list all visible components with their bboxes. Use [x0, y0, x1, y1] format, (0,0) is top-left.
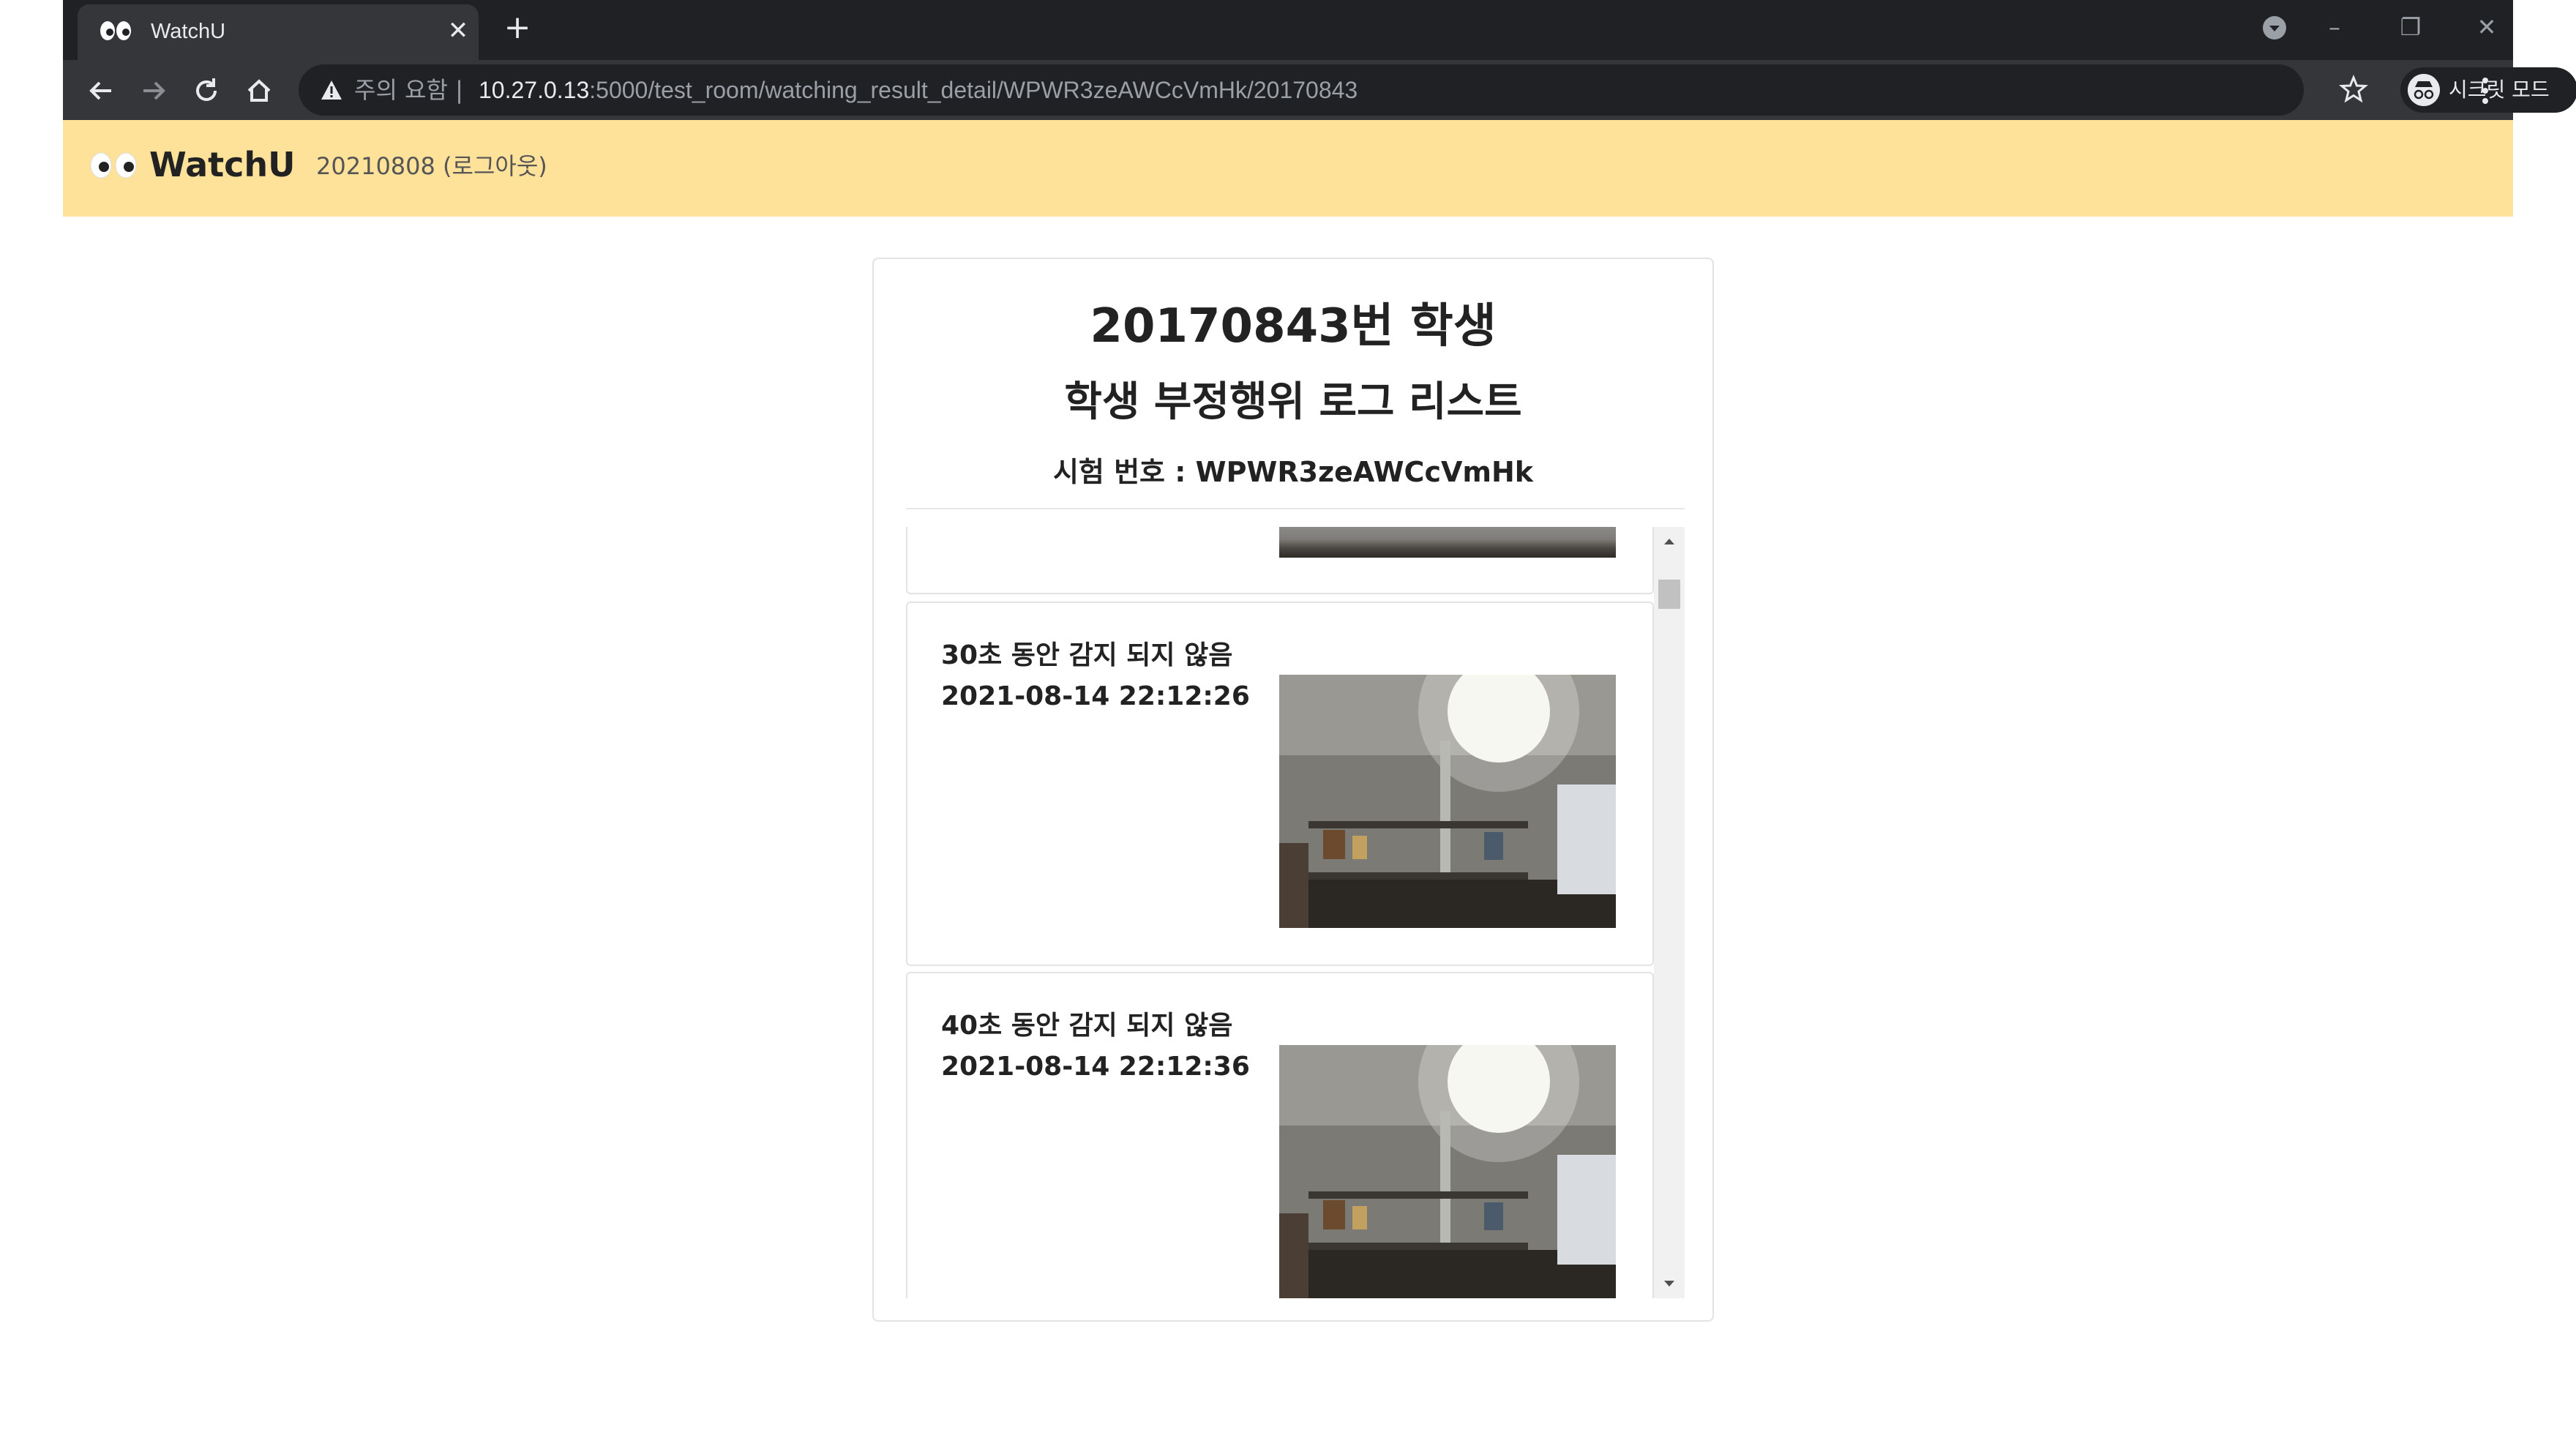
- address-bar[interactable]: 주의 요함 | 10.27.0.13:5000/test_room/watchi…: [299, 64, 2304, 116]
- log-item-text: 40초 동안 감지 되지 않음 2021-08-14 22:12:36: [941, 1006, 1250, 1087]
- log-snapshot-image: [1279, 675, 1616, 928]
- brand-name[interactable]: WatchU: [149, 143, 296, 186]
- close-window-button[interactable]: ✕: [2465, 9, 2509, 45]
- reload-icon[interactable]: [189, 73, 224, 108]
- log-message: 40초 동안 감지 되지 않음: [941, 1011, 1233, 1041]
- browser-tab[interactable]: WatchU ✕: [78, 4, 479, 60]
- webcam-photo: [1279, 675, 1616, 928]
- tab-bar: WatchU ✕ + – ❐ ✕: [63, 0, 2513, 60]
- back-arrow-icon[interactable]: [83, 73, 119, 108]
- minimize-button[interactable]: –: [2313, 9, 2356, 45]
- log-scroll-area[interactable]: 30초 동안 감지 되지 않음 2021-08-14 22:12:26 40초 …: [906, 527, 1685, 1298]
- url-path: :5000/test_room/watching_result_detail/W…: [589, 77, 1358, 103]
- log-snapshot-image: [1279, 527, 1616, 558]
- scroll-up-arrow-icon[interactable]: [1654, 527, 1685, 556]
- tab-title: WatchU: [151, 20, 226, 43]
- vertical-scrollbar[interactable]: [1654, 527, 1685, 1298]
- log-time: 2021-08-14 22:12:26: [941, 681, 1250, 711]
- scrollbar-thumb[interactable]: [1658, 580, 1680, 609]
- incognito-label: 시크릿 모드: [2449, 78, 2550, 102]
- menu-dots-icon[interactable]: [2478, 75, 2493, 107]
- log-item: 40초 동안 감지 되지 않음 2021-08-14 22:12:36: [906, 972, 1654, 1298]
- new-tab-button[interactable]: +: [499, 10, 536, 47]
- list-heading: 학생 부정행위 로그 리스트: [1064, 378, 1522, 426]
- log-item-text: 30초 동안 감지 되지 않음 2021-08-14 22:12:26: [941, 635, 1250, 717]
- incognito-icon: [2408, 74, 2440, 106]
- log-list: 30초 동안 감지 되지 않음 2021-08-14 22:12:26 40초 …: [906, 527, 1654, 1298]
- log-item: 30초 동안 감지 되지 않음 2021-08-14 22:12:26: [906, 602, 1654, 966]
- student-heading: 20170843번 학생: [1090, 299, 1497, 353]
- watchu-logo-eyes-icon[interactable]: [89, 149, 138, 181]
- app-navbar: WatchU 20210808 (로그아웃): [63, 120, 2513, 217]
- log-snapshot-image: [1279, 1045, 1616, 1298]
- exam-number: 시험 번호 : WPWR3zeAWCcVmHk: [1052, 456, 1534, 488]
- home-icon[interactable]: [242, 73, 277, 108]
- tab-search-icon[interactable]: [2261, 15, 2288, 41]
- forward-arrow-icon[interactable]: [136, 73, 171, 108]
- browser-toolbar: 주의 요함 | 10.27.0.13:5000/test_room/watchi…: [63, 60, 2576, 120]
- url-host: 10.27.0.13: [479, 77, 590, 103]
- divider: [906, 508, 1685, 509]
- logout-link[interactable]: 20210808 (로그아웃): [316, 151, 547, 181]
- log-time: 2021-08-14 22:12:36: [941, 1052, 1250, 1082]
- url-text[interactable]: 10.27.0.13:5000/test_room/watching_resul…: [479, 75, 1358, 105]
- warning-triangle-icon[interactable]: [319, 78, 344, 102]
- log-card: 20170843번 학생 학생 부정행위 로그 리스트 시험 번호 : WPWR…: [872, 258, 1714, 1322]
- log-item: [906, 527, 1654, 594]
- scroll-down-arrow-icon[interactable]: [1654, 1269, 1685, 1298]
- browser-window: WatchU ✕ + – ❐ ✕ 주의 요함 | 10.27.0.13:5000…: [63, 0, 2576, 217]
- restore-button[interactable]: ❐: [2389, 9, 2433, 45]
- not-secure-label: 주의 요함 |: [354, 76, 463, 104]
- webcam-photo: [1279, 1045, 1616, 1298]
- bookmark-star-icon[interactable]: [2339, 75, 2368, 104]
- eyes-favicon-icon: [100, 21, 131, 40]
- log-message: 30초 동안 감지 되지 않음: [941, 640, 1233, 670]
- tab-close-icon[interactable]: ✕: [443, 16, 473, 45]
